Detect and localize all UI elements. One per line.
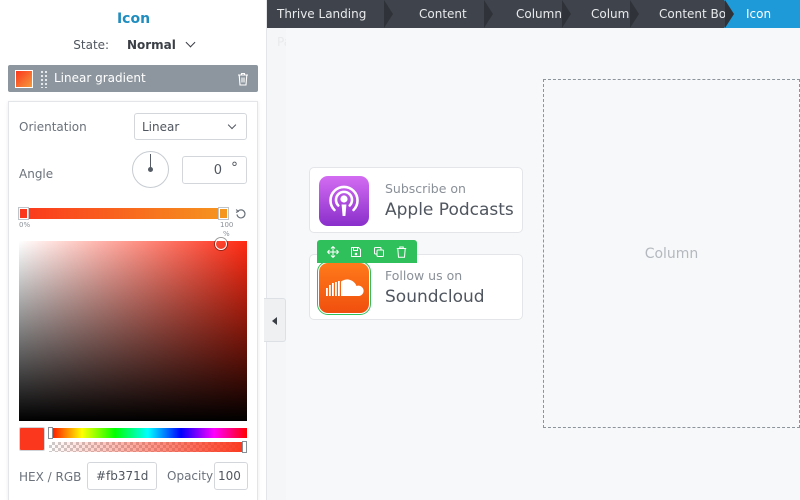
hex-input[interactable]: #fb371d (87, 462, 157, 490)
move-icon[interactable] (324, 243, 342, 261)
chevron-down-icon (227, 120, 237, 130)
soundcloud-title: Soundcloud (385, 287, 485, 307)
breadcrumb: Thrive Landing Page Content Box Columns … (267, 0, 800, 49)
opacity-input[interactable]: 100 (214, 462, 248, 490)
alpha-slider-thumb[interactable] (242, 441, 247, 453)
duplicate-icon[interactable] (370, 243, 388, 261)
stop-end-unit: % (223, 230, 230, 238)
caret-left-icon (272, 317, 277, 325)
angle-dial[interactable] (132, 151, 169, 188)
background-layer-item[interactable]: Linear gradient (8, 65, 258, 92)
drag-handle-icon[interactable] (40, 70, 48, 88)
sidebar-panel: Icon State: Normal Linear gradient Orien… (0, 0, 267, 500)
podcast-title: Apple Podcasts (385, 200, 514, 220)
panel-title: Icon (116, 11, 151, 27)
saturation-value-picker[interactable] (19, 241, 247, 421)
soundcloud-icon[interactable] (317, 261, 371, 315)
gradient-editor: Orientation Linear Angle 0 ° 0% 100 % HE… (8, 101, 258, 500)
trash-icon[interactable] (393, 243, 411, 261)
podcast-icon[interactable] (319, 176, 369, 226)
breadcrumb-item-active[interactable]: Icon (724, 0, 800, 28)
breadcrumb-item[interactable]: Columns (492, 0, 571, 28)
angle-value: 0 (213, 163, 222, 178)
column-placeholder-label: Column (644, 246, 699, 262)
degree-unit: ° (231, 160, 238, 176)
breadcrumb-item[interactable]: Column (570, 0, 639, 28)
editor-canvas[interactable]: Subscribe on Apple Podcasts Follow us on… (286, 28, 800, 500)
soundcloud-button[interactable]: Follow us on Soundcloud (309, 254, 523, 320)
orientation-select[interactable]: Linear (134, 113, 247, 140)
reset-icon[interactable] (235, 208, 247, 220)
collapse-sidebar-button[interactable] (264, 298, 286, 342)
state-selector[interactable]: State: Normal (0, 37, 267, 52)
breadcrumb-item[interactable]: Thrive Landing Page (267, 0, 393, 49)
layer-color-swatch[interactable] (15, 70, 33, 88)
chevron-down-icon[interactable] (185, 37, 196, 48)
hue-slider-thumb[interactable] (48, 427, 53, 439)
opacity-label: Opacity (167, 469, 214, 483)
gradient-stop-start[interactable] (19, 208, 28, 219)
state-value[interactable]: Normal (127, 38, 176, 52)
hex-rgb-label: HEX / RGB (19, 470, 82, 484)
save-icon[interactable] (347, 243, 365, 261)
soundcloud-pretext: Follow us on (385, 268, 463, 283)
color-picker-handle[interactable] (215, 238, 227, 250)
gradient-stop-end[interactable] (219, 208, 228, 219)
stop-start-percent: 0% (19, 221, 31, 229)
current-color-swatch (19, 427, 45, 451)
hue-slider[interactable] (49, 428, 247, 438)
stop-end-percent: 100 (220, 221, 234, 229)
layer-label: Linear gradient (54, 71, 146, 85)
alpha-slider[interactable] (49, 442, 247, 452)
angle-label: Angle (19, 167, 54, 181)
state-label: State: (73, 38, 110, 52)
trash-icon[interactable] (237, 72, 249, 86)
gradient-bar[interactable] (19, 208, 227, 219)
orientation-label: Orientation (19, 120, 87, 134)
breadcrumb-item[interactable]: Content Box (638, 0, 734, 28)
orientation-value: Linear (142, 120, 180, 134)
angle-input[interactable]: 0 ° (182, 156, 247, 184)
breadcrumb-item[interactable]: Content Box (392, 0, 493, 49)
podcast-button[interactable]: Subscribe on Apple Podcasts (309, 167, 523, 233)
empty-column[interactable]: Column (543, 79, 800, 428)
angle-dial-center (148, 167, 153, 172)
element-toolbar (317, 240, 417, 263)
podcast-pretext: Subscribe on (385, 181, 466, 196)
